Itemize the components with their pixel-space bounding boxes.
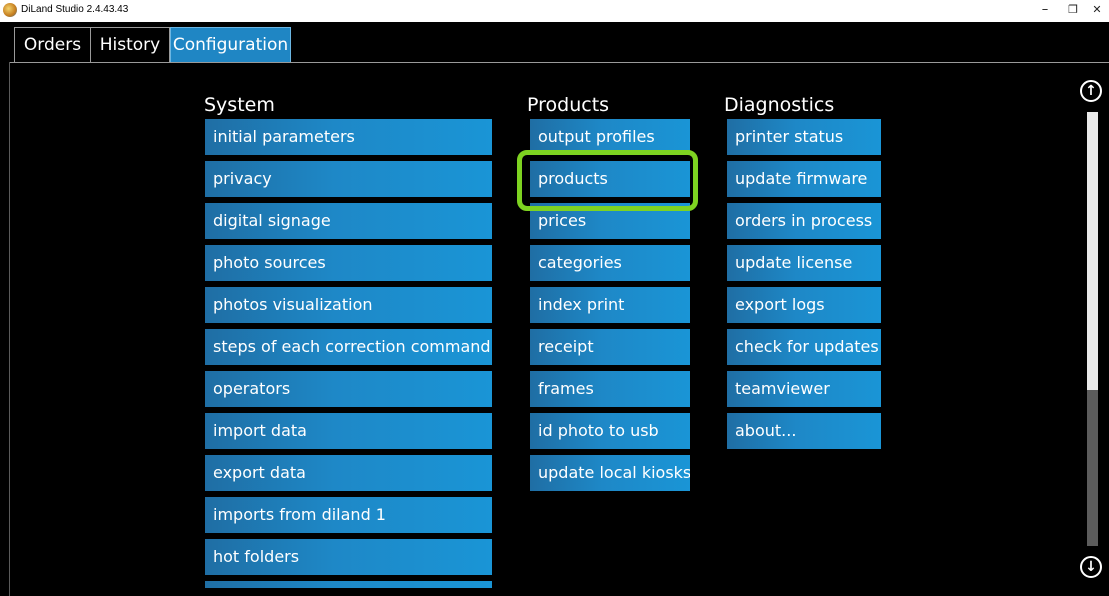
section-title-system: System [204,94,275,116]
menu-item-imports-from-diland-1[interactable]: imports from diland 1 [205,497,492,533]
menu-item-photos-visualization[interactable]: photos visualization [205,287,492,323]
menu-item-export-data[interactable]: export data [205,455,492,491]
minimize-button[interactable]: – [1030,0,1060,22]
tab-bar-divider [9,62,1109,63]
tab-orders[interactable]: Orders [14,27,91,62]
menu-item-frames[interactable]: frames [530,371,690,407]
menu-item-initial-parameters[interactable]: initial parameters [205,119,492,155]
products-highlight-box [517,150,698,211]
menu-item-teamviewer[interactable]: teamviewer [727,371,881,407]
menu-item-about[interactable]: about... [727,413,881,449]
menu-item-update-local-kiosks[interactable]: update local kiosks [530,455,690,491]
menu-item-partial[interactable] [205,581,492,588]
menu-item-digital-signage[interactable]: digital signage [205,203,492,239]
arrow-down-circle-icon[interactable]: ↓ [1080,556,1102,578]
menu-item-privacy[interactable]: privacy [205,161,492,197]
menu-item-id-photo-to-usb[interactable]: id photo to usb [530,413,690,449]
window-titlebar: DiLand Studio 2.4.43.43 – ❐ ✕ [0,0,1109,22]
left-border [9,62,10,596]
tab-configuration[interactable]: Configuration [170,27,291,62]
menu-item-import-data[interactable]: import data [205,413,492,449]
menu-item-update-firmware[interactable]: update firmware [727,161,881,197]
menu-item-receipt[interactable]: receipt [530,329,690,365]
menu-item-operators[interactable]: operators [205,371,492,407]
close-button[interactable]: ✕ [1082,0,1109,22]
menu-item-printer-status[interactable]: printer status [727,119,881,155]
menu-item-update-license[interactable]: update license [727,245,881,281]
menu-item-photo-sources[interactable]: photo sources [205,245,492,281]
section-title-diagnostics: Diagnostics [724,94,835,116]
window-title: DiLand Studio 2.4.43.43 [21,4,129,15]
menu-item-hot-folders[interactable]: hot folders [205,539,492,575]
app-logo-icon [3,3,17,17]
menu-item-steps-of-each-correction-command[interactable]: steps of each correction command [205,329,492,365]
menu-item-index-print[interactable]: index print [530,287,690,323]
menu-item-check-for-updates[interactable]: check for updates [727,329,881,365]
menu-item-orders-in-process[interactable]: orders in process [727,203,881,239]
tab-history[interactable]: History [90,27,170,62]
menu-item-export-logs[interactable]: export logs [727,287,881,323]
arrow-up-circle-icon[interactable]: ↑ [1080,80,1102,102]
section-title-products: Products [527,94,610,116]
menu-item-categories[interactable]: categories [530,245,690,281]
scrollbar-thumb[interactable] [1087,390,1098,546]
